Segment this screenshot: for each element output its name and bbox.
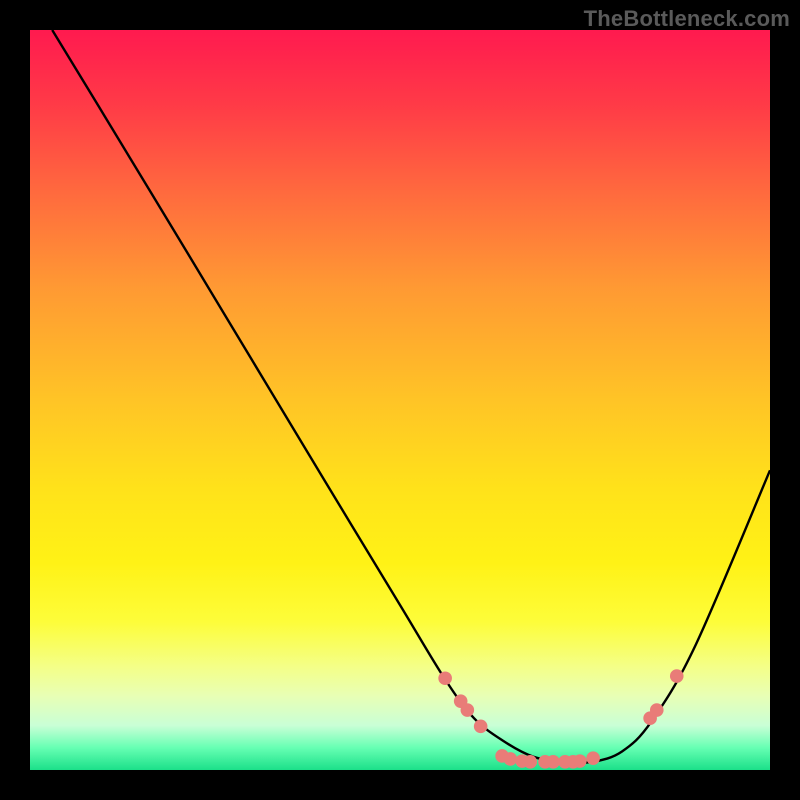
chart-frame: TheBottleneck.com: [0, 0, 800, 800]
chart-svg: [30, 30, 770, 770]
data-point: [461, 703, 475, 717]
data-point: [438, 671, 452, 685]
data-point: [546, 755, 560, 769]
bottleneck-curve: [52, 30, 770, 763]
watermark-text: TheBottleneck.com: [584, 6, 790, 32]
data-point: [650, 703, 664, 717]
data-point: [573, 754, 587, 768]
data-point: [503, 752, 517, 766]
data-point: [474, 720, 488, 734]
data-point: [670, 669, 684, 683]
plot-area: [30, 30, 770, 770]
data-point: [523, 755, 537, 769]
data-point: [586, 751, 600, 765]
